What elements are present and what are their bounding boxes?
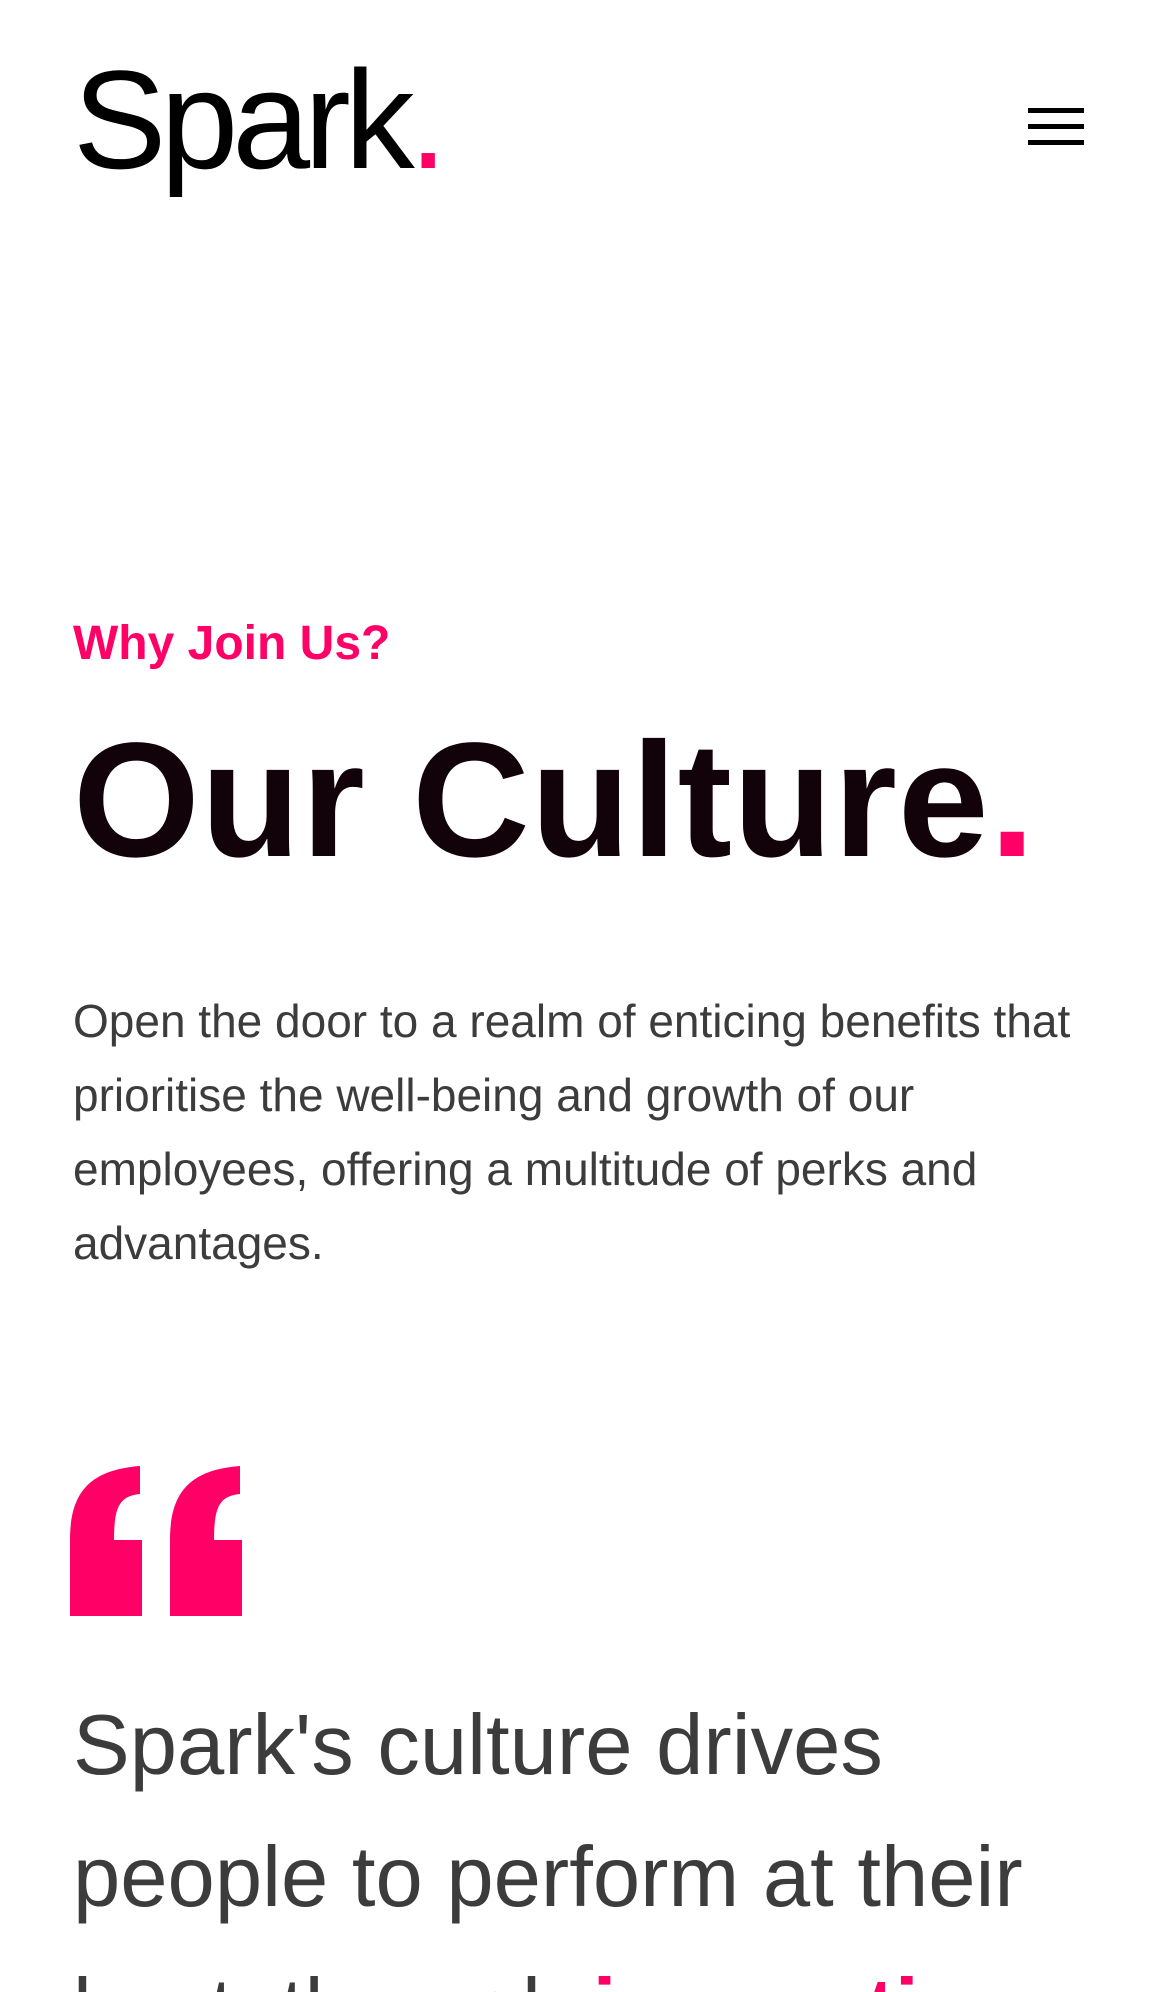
quote-text-before: Spark's culture drives people to perform… [73,1698,1023,1992]
quote-highlight: innovation [593,1962,1023,1992]
quote-text-after: , [1023,1962,1047,1992]
quote-mark-icon [70,1466,242,1616]
section-title-dot: . [989,708,1036,891]
section-eyebrow: Why Join Us? [73,617,391,670]
quote-text: Spark's culture drives people to perform… [73,1680,1113,1992]
menu-button[interactable] [1028,108,1088,154]
page: Spark. Why Join Us? Our Culture. Open th… [0,0,1170,1992]
section-intro: Open the door to a realm of enticing ben… [73,995,1071,1269]
section-title: Our Culture. [73,718,1036,881]
logo-dot: . [408,41,448,198]
site-header: Spark. [0,0,1170,260]
section-title-text: Our Culture [73,708,990,891]
logo-link[interactable]: Spark. [73,50,448,190]
logo-text: Spark [73,41,415,198]
hamburger-menu-icon [1028,108,1088,145]
